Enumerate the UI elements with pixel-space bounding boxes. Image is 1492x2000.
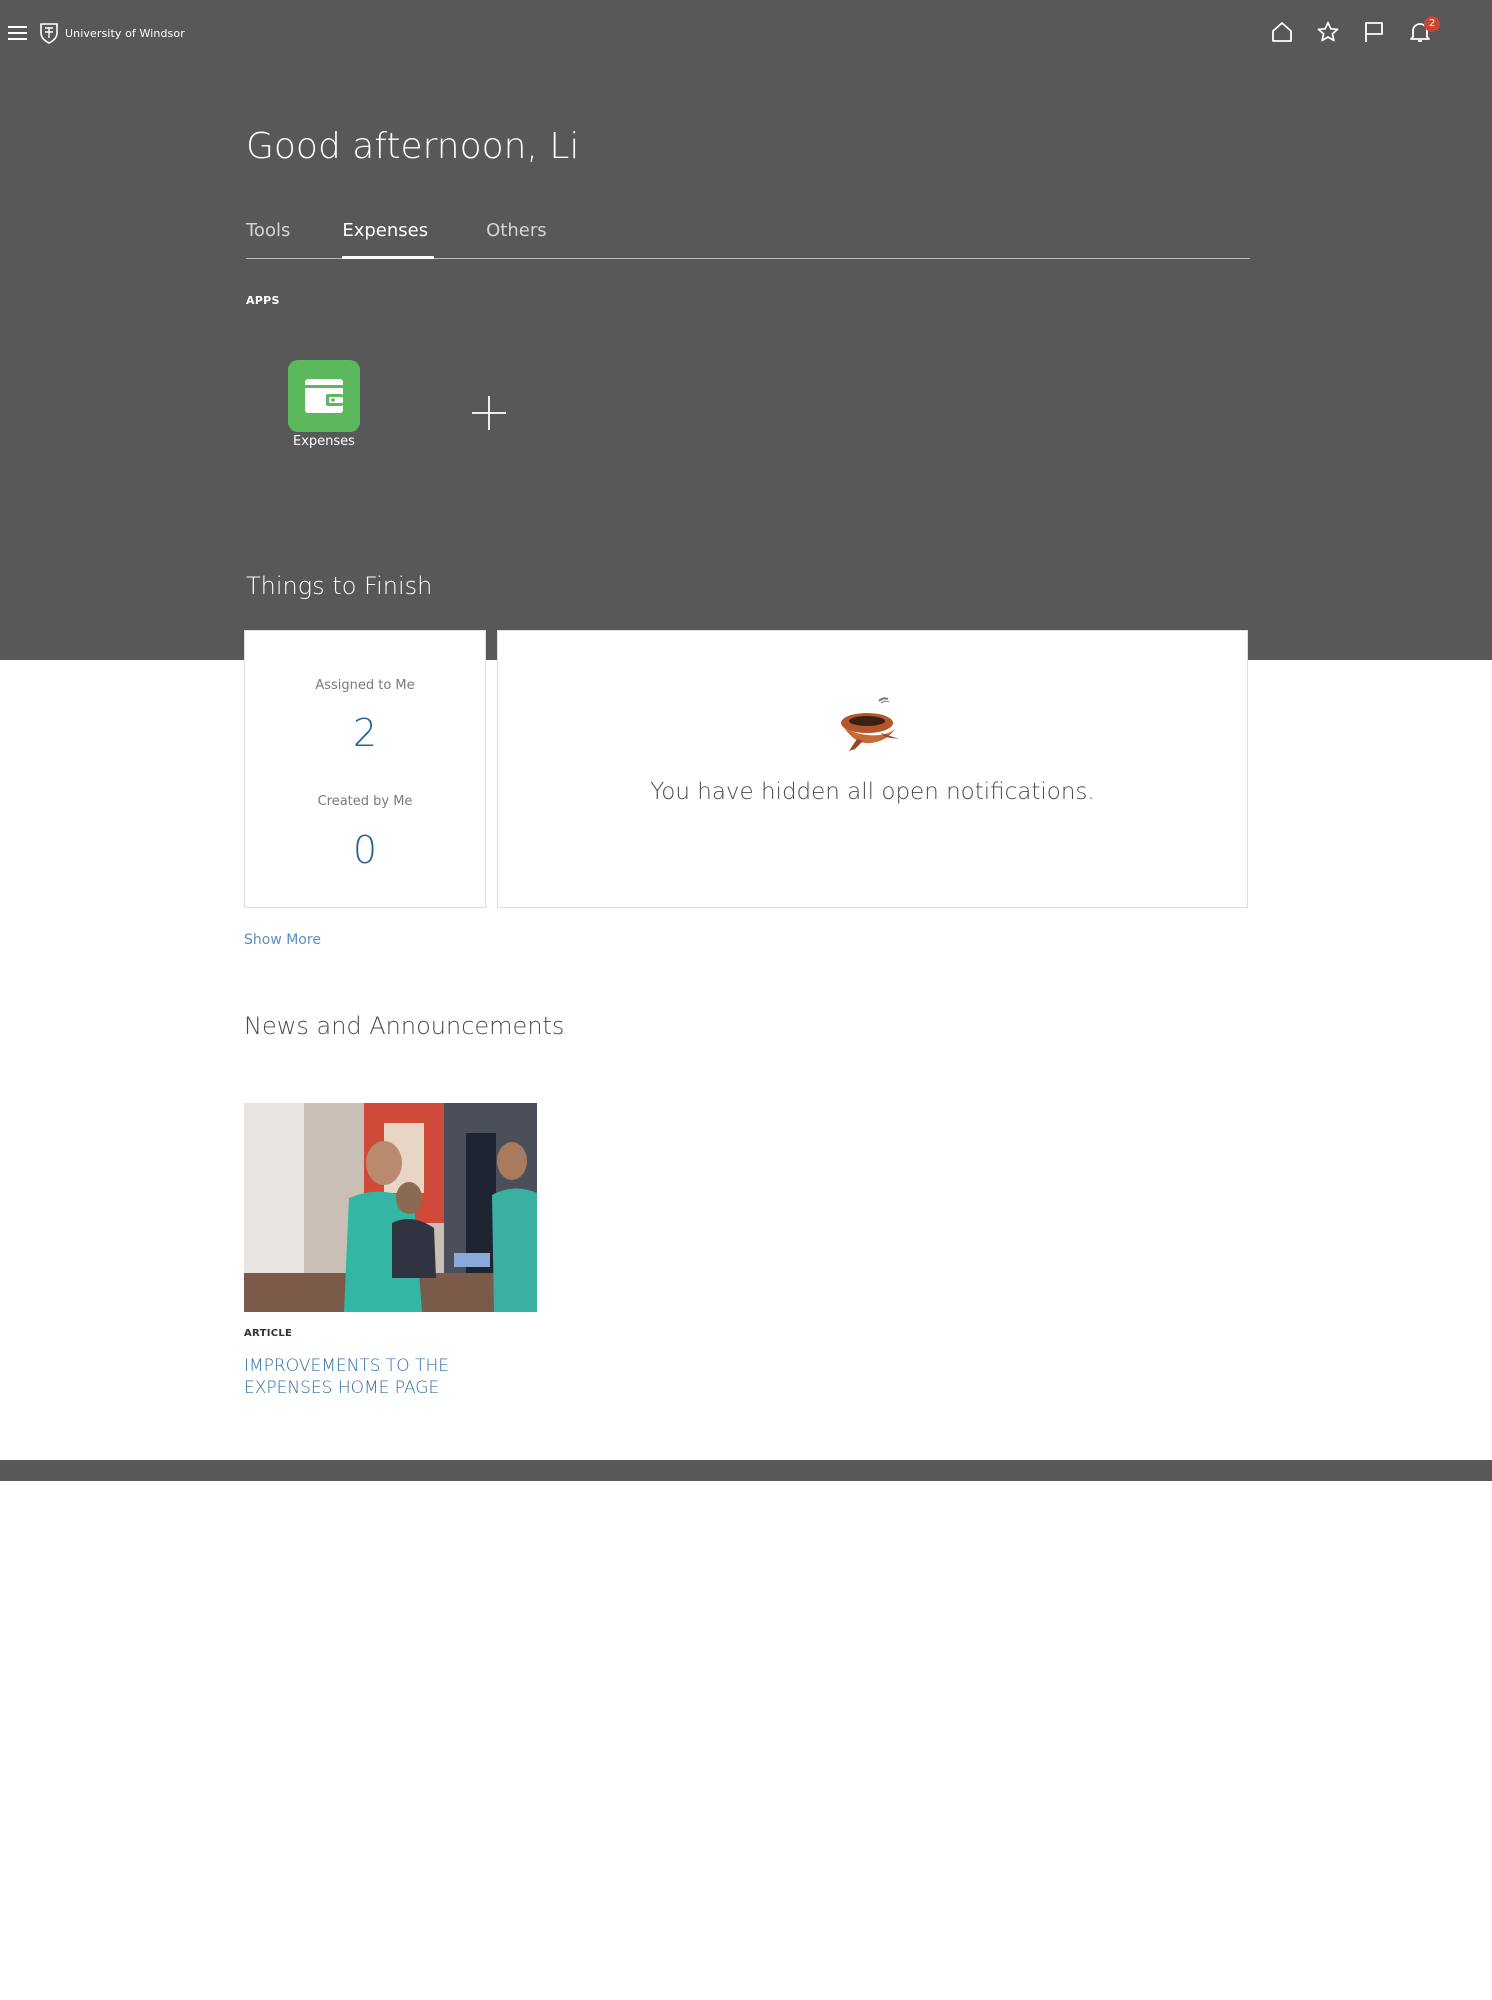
things-to-finish-title: Things to Finish <box>246 572 433 600</box>
hamburger-icon[interactable] <box>7 23 29 43</box>
star-icon[interactable] <box>1316 20 1340 44</box>
article-type-label: ARTICLE <box>244 1328 293 1339</box>
notification-badge: 2 <box>1424 16 1440 32</box>
university-logo[interactable]: University of Windsor <box>39 22 185 44</box>
tab-tools[interactable]: Tools <box>246 218 290 259</box>
notifications-card: You have hidden all open notifications. <box>497 630 1248 908</box>
hero-banner: University of Windsor 2 Good afternoon, … <box>0 0 1492 660</box>
assigned-to-me-label: Assigned to Me <box>315 678 415 693</box>
article-photo <box>244 1103 537 1312</box>
page-greeting: Good afternoon, Li <box>246 126 580 167</box>
add-app-plus-icon[interactable] <box>469 393 509 433</box>
home-icon[interactable] <box>1270 20 1294 44</box>
crest-icon <box>40 23 58 44</box>
created-by-me-count[interactable]: 0 <box>245 828 485 872</box>
news-article-card[interactable]: ARTICLE IMPROVEMENTS TO THE EXPENSES HOM… <box>244 1103 537 1399</box>
tab-others[interactable]: Others <box>486 218 547 259</box>
tab-bar: Tools Expenses Others <box>246 218 1250 259</box>
bell-icon[interactable]: 2 <box>1408 16 1440 44</box>
created-by-me-label: Created by Me <box>317 794 413 809</box>
app-tile-expenses[interactable]: Expenses <box>284 360 364 449</box>
topbar-right: 2 <box>1270 16 1440 44</box>
news-section-title: News and Announcements <box>244 1012 565 1040</box>
tab-expenses[interactable]: Expenses <box>342 218 435 259</box>
task-counts-card: Assigned to Me 2 Created by Me 0 <box>244 630 486 908</box>
empty-nest-icon <box>841 697 899 751</box>
footer-bar <box>0 1460 1492 1481</box>
show-more-link[interactable]: Show More <box>244 932 321 948</box>
topbar-left: University of Windsor <box>7 22 185 44</box>
wallet-icon <box>288 360 360 432</box>
logo-text: University of Windsor <box>65 26 185 40</box>
hidden-notifications-message: You have hidden all open notifications. <box>650 779 1095 805</box>
flag-icon[interactable] <box>1362 20 1386 44</box>
app-label-expenses: Expenses <box>293 434 355 449</box>
apps-section-label: APPS <box>246 294 280 307</box>
article-headline-link[interactable]: IMPROVEMENTS TO THE EXPENSES HOME PAGE <box>244 1355 537 1399</box>
assigned-to-me-count[interactable]: 2 <box>245 711 485 755</box>
